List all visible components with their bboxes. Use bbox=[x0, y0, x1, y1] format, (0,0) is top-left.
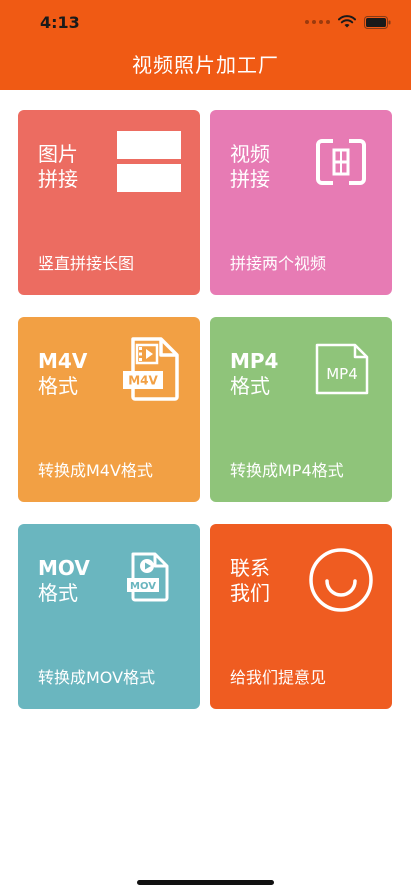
home-indicator[interactable] bbox=[137, 880, 274, 885]
status-time: 4:13 bbox=[40, 13, 80, 32]
tile-mov-convert[interactable]: MOV 格式 MOV 转换成MOV格式 bbox=[18, 524, 200, 709]
tile-title-line1: MP4 bbox=[230, 349, 279, 373]
tile-title: M4V 格式 bbox=[38, 349, 87, 399]
tile-contact-us[interactable]: 联系 我们 给我们提意见 bbox=[210, 524, 392, 709]
m4v-file-icon: M4V bbox=[121, 337, 181, 405]
icon-label: MP4 bbox=[326, 365, 358, 383]
status-icons bbox=[305, 14, 391, 30]
smile-icon bbox=[308, 547, 374, 617]
tile-title-line1: 图片 bbox=[38, 142, 78, 166]
tile-title-line2: 拼接 bbox=[230, 167, 270, 191]
tile-title-line2: 拼接 bbox=[38, 167, 78, 191]
tile-image-stitch[interactable]: 图片 拼接 竖直拼接长图 bbox=[18, 110, 200, 295]
vertical-stack-icon bbox=[117, 131, 181, 197]
tile-title-line1: 联系 bbox=[230, 556, 270, 580]
tile-title-line2: 我们 bbox=[230, 581, 270, 605]
tile-title: MOV 格式 bbox=[38, 556, 90, 606]
tile-title-line2: 格式 bbox=[38, 581, 78, 605]
video-join-icon bbox=[315, 138, 367, 190]
tile-desc: 转换成MP4格式 bbox=[230, 461, 344, 480]
nav-bar: 视频照片加工厂 bbox=[0, 44, 411, 90]
signal-dots-icon bbox=[305, 20, 330, 24]
tile-desc: 给我们提意见 bbox=[230, 668, 327, 687]
battery-icon bbox=[364, 15, 391, 29]
tile-title-line1: MOV bbox=[38, 556, 90, 580]
tile-mp4-convert[interactable]: MP4 格式 MP4 转换成MP4格式 bbox=[210, 317, 392, 502]
tile-title: 联系 我们 bbox=[230, 556, 270, 606]
tile-title: MP4 格式 bbox=[230, 349, 278, 399]
tile-video-join[interactable]: 视频 拼接 拼接两个视频 bbox=[210, 110, 392, 295]
icon-label: M4V bbox=[128, 374, 158, 388]
mov-file-icon: MOV bbox=[125, 552, 171, 606]
tile-title: 图片 拼接 bbox=[38, 142, 78, 192]
status-bar: 4:13 bbox=[0, 0, 411, 44]
page-title: 视频照片加工厂 bbox=[132, 53, 279, 77]
tile-title-line1: 视频 bbox=[230, 142, 270, 166]
tile-desc: 竖直拼接长图 bbox=[38, 254, 135, 273]
tile-m4v-convert[interactable]: M4V 格式 M4V 转换成M4V格式 bbox=[18, 317, 200, 502]
tile-desc: 拼接两个视频 bbox=[230, 254, 327, 273]
icon-label: MOV bbox=[130, 581, 156, 592]
wifi-icon bbox=[338, 15, 356, 28]
tile-title-line2: 格式 bbox=[38, 374, 78, 398]
tile-title-line1: M4V bbox=[38, 349, 88, 373]
mp4-file-icon: MP4 bbox=[315, 343, 369, 399]
tile-desc: 转换成MOV格式 bbox=[38, 668, 156, 687]
tile-title: 视频 拼接 bbox=[230, 142, 270, 192]
tile-desc: 转换成M4V格式 bbox=[38, 461, 153, 480]
tile-title-line2: 格式 bbox=[230, 374, 270, 398]
